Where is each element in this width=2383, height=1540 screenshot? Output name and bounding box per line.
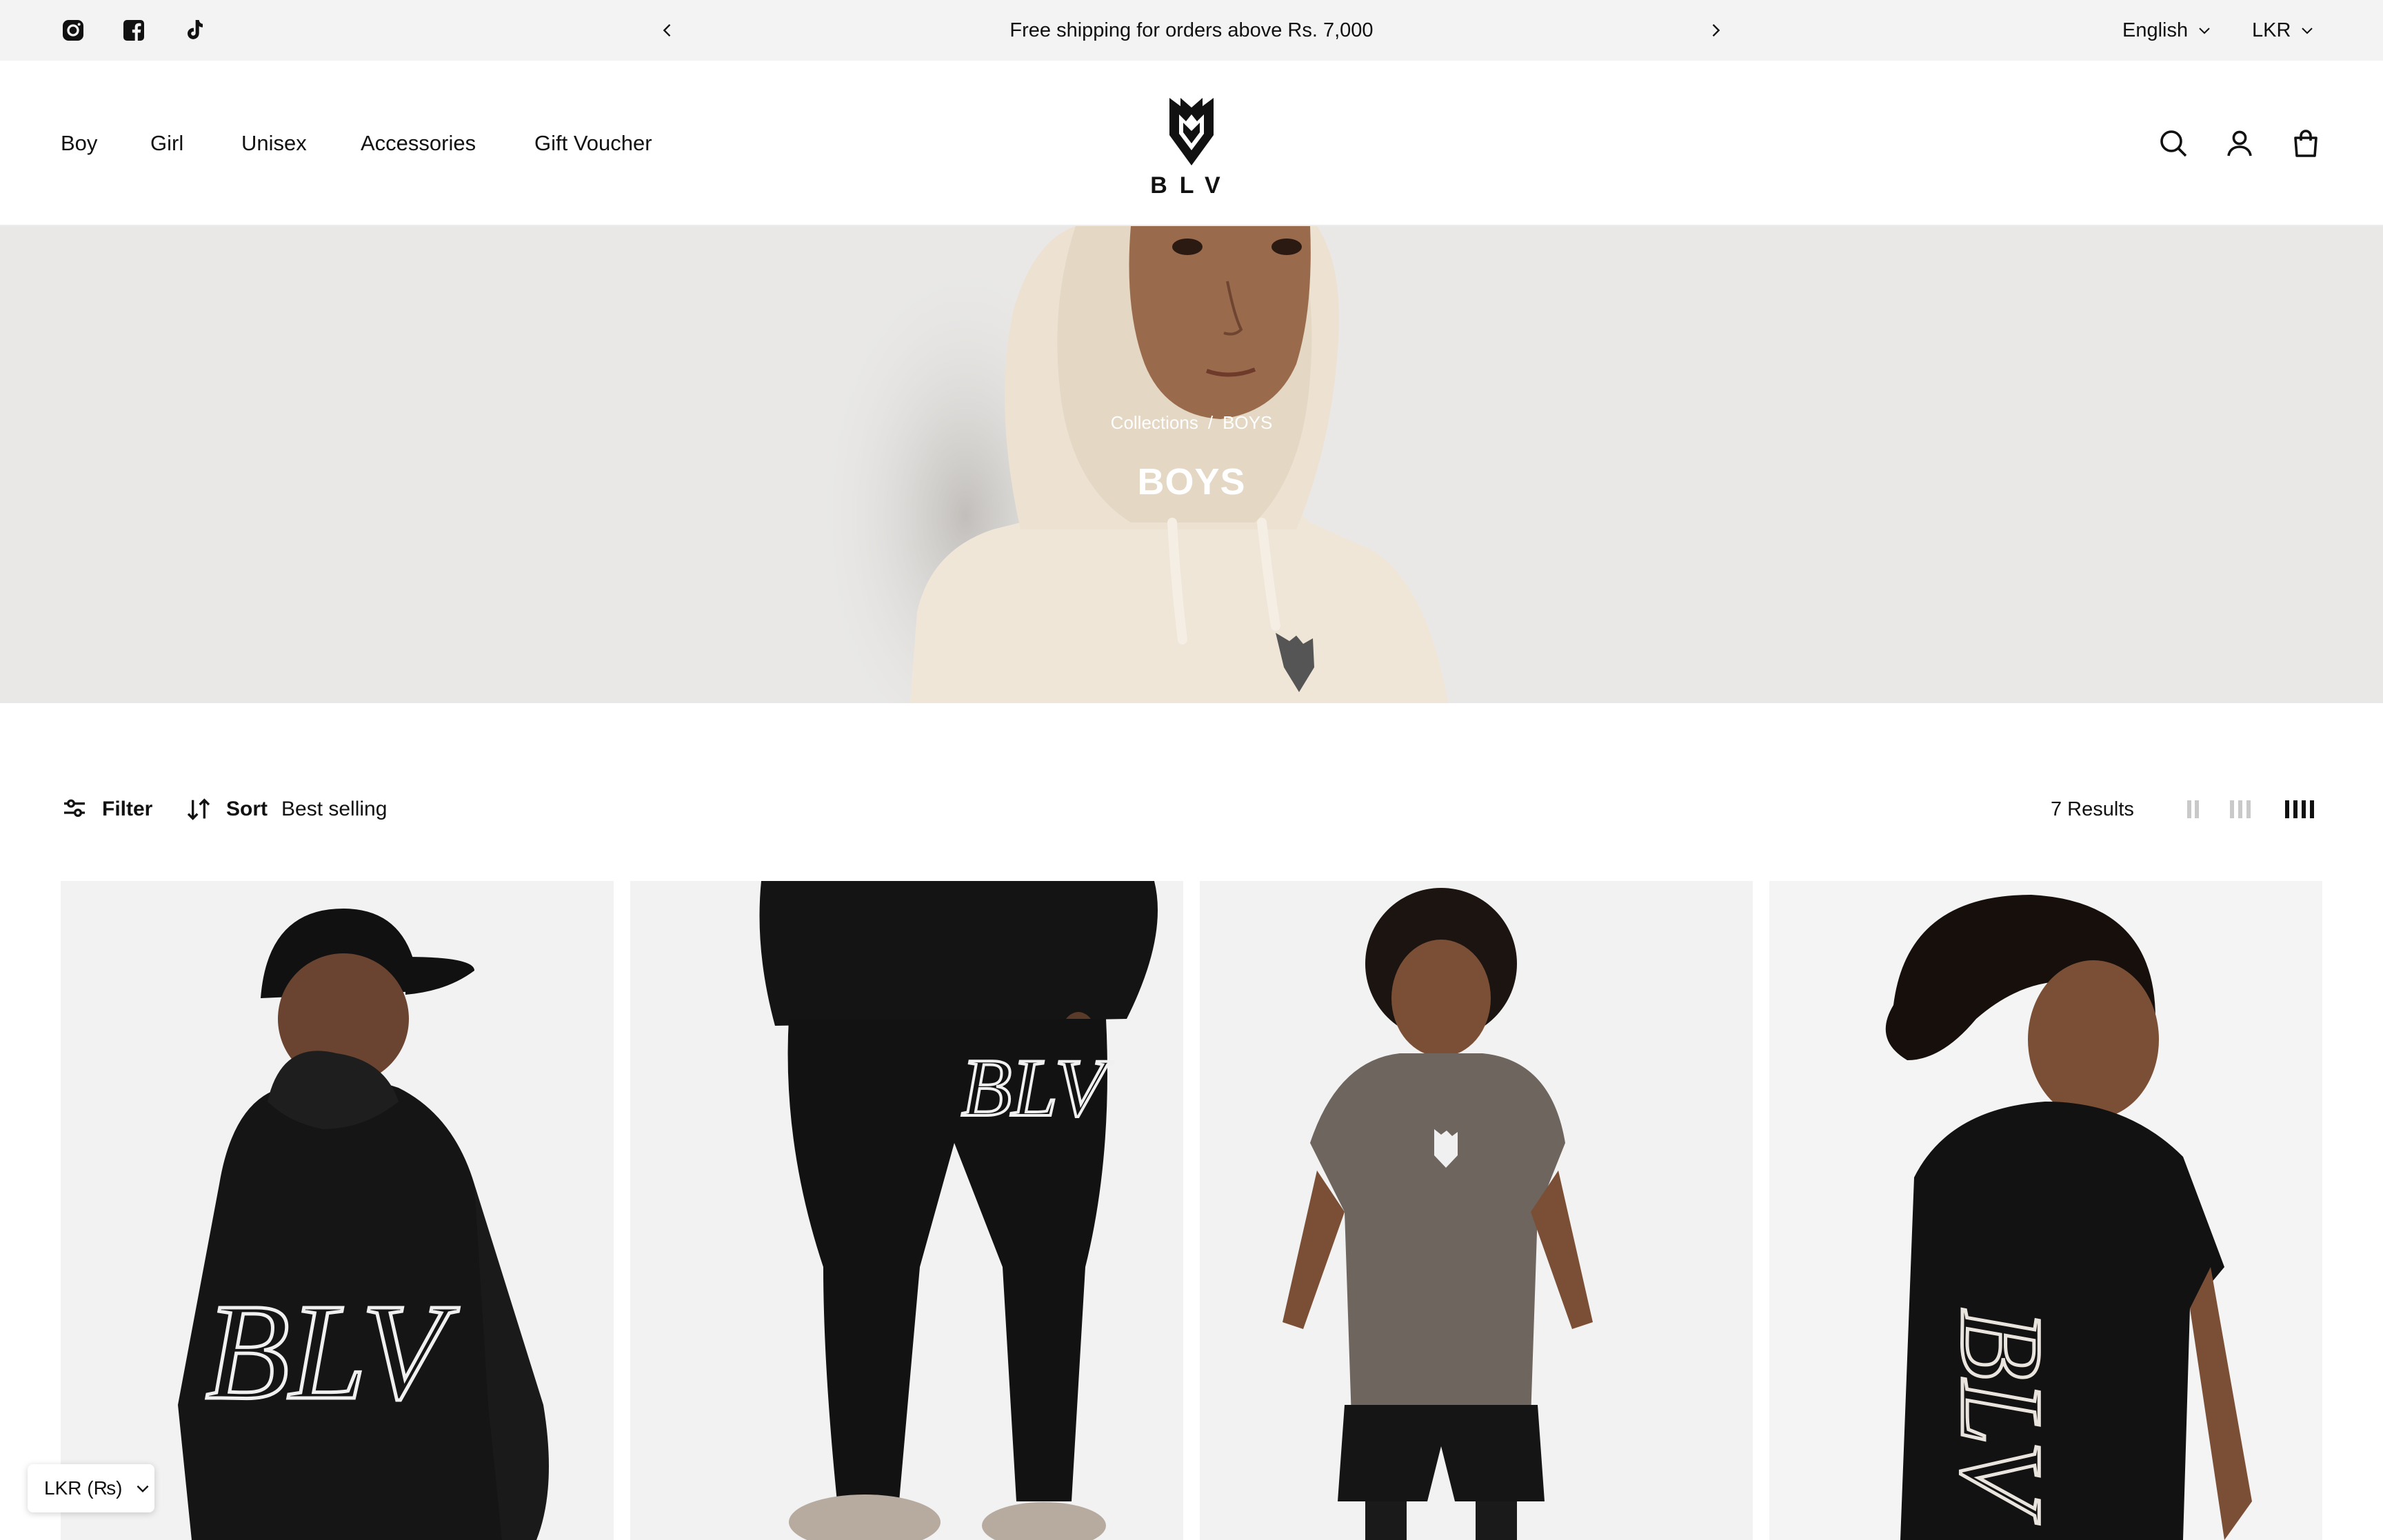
filter-label: Filter bbox=[102, 798, 153, 820]
grid-4-columns-button[interactable] bbox=[2284, 796, 2315, 823]
product-print-text: BLV bbox=[961, 1042, 1114, 1133]
sort-value: Best selling bbox=[281, 798, 388, 820]
product-image: BLV bbox=[1769, 881, 2322, 1540]
sort-icon bbox=[187, 798, 210, 820]
product-card[interactable] bbox=[1200, 881, 1753, 1540]
chevron-down-icon bbox=[137, 1485, 148, 1493]
nav-item-boy[interactable]: Boy bbox=[61, 61, 97, 226]
product-card[interactable]: BLV bbox=[61, 881, 614, 1540]
chevron-right-icon bbox=[1712, 24, 1720, 37]
breadcrumb-separator: / bbox=[1207, 412, 1214, 433]
search-icon[interactable] bbox=[2154, 124, 2193, 163]
language-selector[interactable]: English bbox=[2122, 0, 2213, 61]
instagram-icon[interactable] bbox=[58, 15, 88, 45]
collection-hero: Collections / BOYS BOYS bbox=[0, 226, 2383, 703]
announcement-prev-button[interactable] bbox=[652, 15, 683, 45]
filter-button[interactable]: Filter bbox=[61, 779, 152, 840]
product-print-text: BLV bbox=[1937, 1308, 2067, 1524]
product-image: BLV bbox=[61, 881, 614, 1540]
grid-3-icon bbox=[2230, 800, 2251, 818]
product-card[interactable]: BLV bbox=[630, 881, 1183, 1540]
product-image: BLV bbox=[630, 881, 1183, 1540]
chevron-down-icon bbox=[2199, 28, 2210, 34]
product-image bbox=[1200, 881, 1753, 1540]
brand-wordmark: BLV bbox=[1150, 172, 1232, 197]
sort-button[interactable]: Sort Best selling bbox=[185, 779, 387, 840]
floating-currency-selector[interactable]: LKR (₨) bbox=[28, 1464, 154, 1512]
grid-2-columns-button[interactable] bbox=[2186, 796, 2201, 823]
results-count: 7 Results bbox=[2051, 798, 2134, 820]
filter-icon bbox=[64, 799, 85, 817]
nav-item-accessories[interactable]: Accessories bbox=[361, 61, 476, 226]
language-label: English bbox=[2122, 19, 2189, 41]
product-print-text: BLV bbox=[205, 1276, 459, 1428]
brand-logo[interactable]: BLV bbox=[1145, 94, 1238, 199]
chevron-down-icon bbox=[2302, 28, 2313, 34]
grid-3-columns-button[interactable] bbox=[2229, 796, 2252, 823]
product-card[interactable]: BLV bbox=[1769, 881, 2322, 1540]
nav-item-gift-voucher[interactable]: Gift Voucher bbox=[534, 61, 652, 226]
breadcrumb-current: BOYS bbox=[1223, 412, 1273, 433]
account-icon[interactable] bbox=[2220, 124, 2259, 163]
nav-item-girl[interactable]: Girl bbox=[150, 61, 183, 226]
breadcrumb-collections[interactable]: Collections bbox=[1111, 412, 1198, 433]
floating-currency-label: LKR (₨) bbox=[44, 1477, 123, 1499]
cart-icon[interactable] bbox=[2286, 124, 2325, 163]
announcement-next-button[interactable] bbox=[1700, 15, 1731, 45]
site-header: Boy Girl Unisex Accessories Gift Voucher… bbox=[0, 61, 2383, 226]
currency-selector[interactable]: LKR bbox=[2252, 0, 2315, 61]
announcement-bar: Free shipping for orders above Rs. 7,000… bbox=[0, 0, 2383, 61]
chevron-left-icon bbox=[663, 24, 671, 37]
facebook-icon[interactable] bbox=[119, 15, 149, 45]
currency-label: LKR bbox=[2252, 19, 2291, 41]
grid-2-icon bbox=[2187, 800, 2199, 818]
collection-toolbar: Filter Sort Best selling 7 Results bbox=[0, 779, 2383, 840]
grid-4-icon bbox=[2285, 800, 2314, 818]
tiktok-icon[interactable] bbox=[179, 15, 210, 45]
announcement-text: Free shipping for orders above Rs. 7,000 bbox=[1009, 19, 1374, 41]
page-title: BOYS bbox=[1137, 461, 1246, 503]
nav-item-unisex[interactable]: Unisex bbox=[241, 61, 307, 226]
sort-label: Sort bbox=[226, 798, 268, 820]
breadcrumb: Collections / BOYS bbox=[0, 412, 2383, 434]
